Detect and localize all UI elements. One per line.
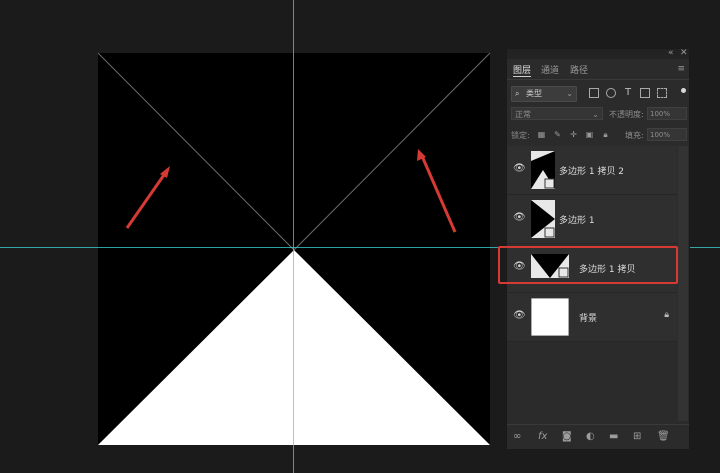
mask-icon[interactable]: ◙ — [562, 431, 572, 443]
vertical-guide[interactable] — [293, 0, 294, 473]
layer-row[interactable]: 👁︎ 多边形 1 拷贝 2 — [507, 146, 677, 195]
lock-artboard-icon[interactable]: ▣ — [585, 130, 594, 139]
layers-scrollbar[interactable] — [678, 146, 688, 421]
search-icon: ⌕ — [515, 89, 520, 98]
fill-label: 填充: — [625, 131, 644, 140]
layer-filter-select[interactable]: ⌕ 类型 ⌄ — [511, 86, 577, 102]
adjustment-filter-icon[interactable] — [606, 88, 616, 98]
tab-layers[interactable]: 图层 — [513, 63, 532, 77]
chevron-down-icon: ⌄ — [566, 89, 573, 98]
layer-thumbnail — [531, 151, 555, 189]
layer-name[interactable]: 多边形 1 拷贝 2 — [559, 164, 624, 177]
fx-icon[interactable]: fx — [538, 431, 547, 443]
layer-thumbnail — [531, 298, 569, 336]
panel-tabs: 图层 通道 路径 ≡ — [507, 59, 689, 80]
opacity-label: 不透明度: — [609, 110, 644, 119]
panel-titlebar: « ✕ — [507, 48, 689, 59]
smart-object-filter-icon[interactable] — [657, 88, 667, 98]
opacity-field[interactable]: 100% — [647, 107, 687, 120]
shape-filter-icon[interactable] — [640, 88, 650, 98]
eye-icon[interactable]: 👁︎ — [513, 164, 526, 174]
chevron-down-icon: ⌄ — [592, 110, 599, 119]
tab-channels[interactable]: 通道 — [541, 63, 559, 76]
layer-name[interactable]: 背景 — [579, 311, 597, 324]
layer-row[interactable]: 👁︎ 多边形 1 — [507, 195, 677, 244]
collapse-icon[interactable]: « — [668, 48, 674, 58]
pixel-filter-icon[interactable] — [589, 88, 599, 98]
blend-mode-value: 正常 — [515, 110, 531, 119]
close-icon[interactable]: ✕ — [680, 48, 688, 58]
lock-position-icon[interactable]: ✛ — [569, 130, 578, 139]
lock-image-icon[interactable]: ✎ — [553, 130, 562, 139]
lock-transparent-icon[interactable]: ▦ — [537, 130, 546, 139]
filter-toggle-icon[interactable] — [681, 88, 686, 93]
lock-icon: 🔒︎ — [664, 310, 669, 320]
adjustment-icon[interactable]: ◐ — [586, 431, 595, 443]
link-icon[interactable]: ∞ — [513, 431, 521, 443]
panel-bottom-bar: ∞ fx ◙ ◐ ▬ ⊞ 🗑︎ — [507, 424, 689, 449]
filter-label: 类型 — [526, 89, 542, 98]
layer-thumbnail — [531, 200, 555, 238]
selection-highlight-box — [498, 246, 678, 284]
lock-all-icon[interactable]: 🔒︎ — [601, 130, 610, 139]
eye-icon[interactable]: 👁︎ — [513, 213, 526, 223]
layer-row[interactable]: 👁︎ 背景 🔒︎ — [507, 293, 677, 342]
folder-icon[interactable]: ▬ — [609, 431, 618, 443]
lock-label: 锁定: — [511, 131, 530, 140]
filter-row: ⌕ 类型 ⌄ T — [507, 83, 689, 103]
tab-paths[interactable]: 路径 — [570, 63, 588, 76]
new-layer-icon[interactable]: ⊞ — [633, 431, 641, 443]
panel-menu-icon[interactable]: ≡ — [677, 64, 685, 74]
blend-row: 正常 ⌄ 不透明度: 100% — [507, 104, 689, 124]
fill-field[interactable]: 100% — [647, 128, 687, 141]
eye-icon[interactable]: 👁︎ — [513, 311, 526, 321]
blend-mode-select[interactable]: 正常 ⌄ — [511, 107, 603, 120]
type-filter-icon[interactable]: T — [623, 88, 633, 98]
layer-name[interactable]: 多边形 1 — [559, 213, 595, 226]
trash-icon[interactable]: 🗑︎ — [657, 431, 670, 443]
lock-row: 锁定: ▦ ✎ ✛ ▣ 🔒︎ 填充: 100% — [507, 125, 689, 145]
